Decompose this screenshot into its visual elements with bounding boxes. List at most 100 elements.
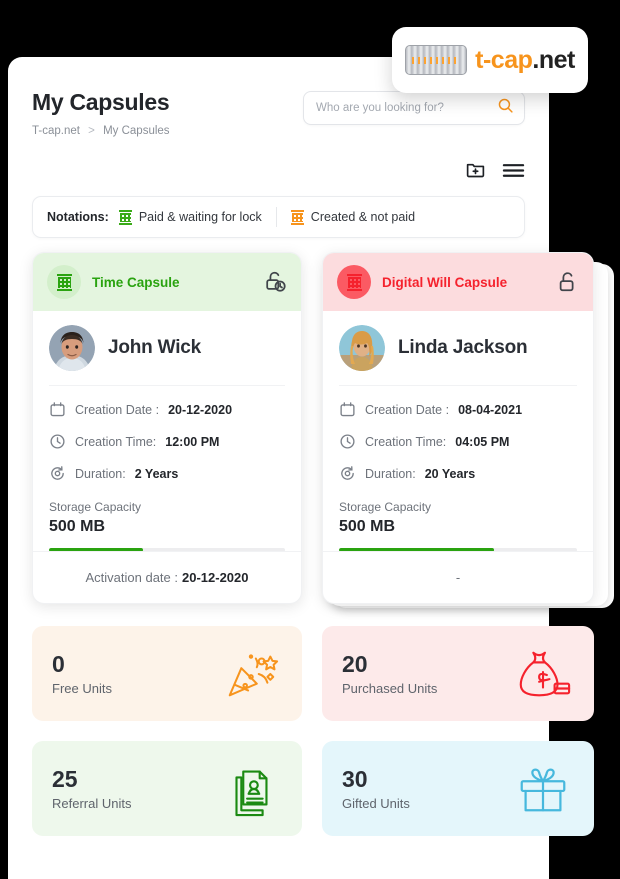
capsule-icon <box>56 273 72 291</box>
field-value: 08-04-2021 <box>458 402 523 417</box>
tile-free-units[interactable]: 0 Free Units <box>32 626 302 721</box>
page-header: My Capsules T-cap.net > My Capsules <box>32 89 525 137</box>
add-folder-icon[interactable] <box>465 159 486 180</box>
toolbar <box>32 159 525 180</box>
capsule-icon <box>346 273 362 291</box>
breadcrumb-separator: > <box>88 125 95 137</box>
search-input[interactable] <box>316 102 497 114</box>
card-creation-date: Creation Date : 08-04-2021 <box>339 401 577 418</box>
card-type-label: Digital Will Capsule <box>382 274 508 290</box>
calendar-icon <box>339 401 356 418</box>
storage-value: 500 MB <box>339 518 396 535</box>
field-value: 20-12-2020 <box>168 402 233 417</box>
breadcrumb-current: My Capsules <box>103 125 170 137</box>
documents-person-icon <box>222 760 280 818</box>
notation-paid-waiting: Paid & waiting for lock <box>118 209 262 225</box>
avatar <box>339 325 385 371</box>
tile-number: 30 <box>342 766 368 792</box>
notation-created-not-paid: Created & not paid <box>290 209 416 225</box>
logo-name-rest: .net <box>532 45 575 74</box>
party-popper-icon <box>222 645 280 703</box>
avatar <box>49 325 95 371</box>
field-value: 20 Years <box>424 466 476 481</box>
tile-gifted-units[interactable]: 30 Gifted Units <box>322 741 594 836</box>
card-type-label: Time Capsule <box>92 274 180 290</box>
clock-icon <box>49 433 66 450</box>
tile-text: 30 Gifted Units <box>342 766 410 811</box>
logo-text: t-cap.net <box>475 46 575 75</box>
tile-text: 0 Free Units <box>52 651 112 696</box>
field-value: 04:05 PM <box>455 434 510 449</box>
duration-refresh-icon <box>339 465 356 482</box>
duration-refresh-icon <box>49 465 66 482</box>
capsule-icon <box>290 209 304 225</box>
storage-label: Storage Capacity <box>49 500 142 514</box>
clock-icon <box>339 433 356 450</box>
card-duration: Duration: 2 Years <box>49 465 285 482</box>
field-value: 12:00 PM <box>165 434 220 449</box>
notations-label: Notations: <box>47 210 109 224</box>
capsule-icon-badge <box>337 265 371 299</box>
gift-box-icon <box>514 760 572 818</box>
tile-number: 25 <box>52 766 78 792</box>
hamburger-menu-icon[interactable] <box>502 161 525 179</box>
tile-text: 25 Referral Units <box>52 766 131 811</box>
tile-label: Free Units <box>52 681 112 696</box>
notations-bar: Notations: Paid & waiting for lock Creat… <box>32 196 525 238</box>
money-bag-icon <box>514 645 572 703</box>
card-creation-time: Creation Time: 04:05 PM <box>339 433 577 450</box>
screenshot-root: My Capsules T-cap.net > My Capsules Who … <box>0 0 620 879</box>
logo-name-accent: t-cap <box>475 45 533 74</box>
capsule-card-time[interactable]: Time Capsule John Wick Creation Date: 2… <box>32 252 302 604</box>
field-label: Creation Date : <box>75 402 160 417</box>
breadcrumb-root[interactable]: T-cap.net <box>32 125 80 137</box>
field-label: Creation Time: <box>365 434 447 449</box>
tile-number: 20 <box>342 651 368 677</box>
person-name: Linda Jackson <box>398 337 528 358</box>
footer-label: Activation date : <box>85 570 179 585</box>
card-body: Linda Jackson Creation Date : 08-04-2021 <box>323 311 593 552</box>
unlock-icon[interactable] <box>557 270 579 294</box>
field-label: Creation Time: <box>75 434 157 449</box>
unlock-clock-icon[interactable] <box>264 270 287 294</box>
footer-value: - <box>455 570 461 585</box>
capsule-logo-icon <box>405 45 468 75</box>
capsule-card-digital-will[interactable]: Digital Will Capsule Linda Jackson Creat… <box>322 252 594 604</box>
tile-text: 20 Purchased Units <box>342 651 437 696</box>
stats-tiles: 0 Free Units 20 Purchased Units 25 Refer… <box>32 626 594 836</box>
tile-label: Gifted Units <box>342 796 410 811</box>
card-footer: Activation date : 20-12-2020 <box>33 551 301 603</box>
search-box[interactable] <box>303 91 525 125</box>
capsule-card-list: Time Capsule John Wick Creation Date: 2… <box>32 252 614 612</box>
card-creation-time: Creation Time: 12:00 PM <box>49 433 285 450</box>
card-header: Digital Will Capsule <box>323 253 593 311</box>
notation-label: Created & not paid <box>310 210 416 224</box>
footer-value: 20-12-2020 <box>182 570 249 585</box>
card-person: John Wick <box>49 325 285 386</box>
field-label: Duration: <box>75 466 126 481</box>
search-icon[interactable] <box>497 97 514 119</box>
calendar-icon <box>49 401 66 418</box>
field-label: Duration: <box>365 466 416 481</box>
tile-purchased-units[interactable]: 20 Purchased Units <box>322 626 594 721</box>
field-label: Creation Date : <box>365 402 450 417</box>
app-logo-badge[interactable]: t-cap.net <box>392 27 588 93</box>
field-value: 2 Years <box>134 466 179 481</box>
divider <box>275 207 277 227</box>
tile-number: 0 <box>52 651 65 677</box>
card-header: Time Capsule <box>33 253 301 311</box>
tile-referral-units[interactable]: 25 Referral Units <box>32 741 302 836</box>
card-person: Linda Jackson <box>339 325 577 386</box>
card-footer: - <box>323 551 593 603</box>
tile-label: Purchased Units <box>342 681 438 696</box>
storage-label: Storage Capacity <box>339 500 432 514</box>
breadcrumb: T-cap.net > My Capsules <box>32 125 170 137</box>
storage-value: 500 MB <box>49 518 106 535</box>
notation-label: Paid & waiting for lock <box>138 210 262 224</box>
person-name: John Wick <box>108 337 202 358</box>
capsule-icon <box>118 209 132 225</box>
card-duration: Duration: 20 Years <box>339 465 577 482</box>
app-viewport: My Capsules T-cap.net > My Capsules Who … <box>8 57 614 879</box>
title-block: My Capsules T-cap.net > My Capsules <box>32 89 170 137</box>
page-title: My Capsules <box>32 89 170 115</box>
